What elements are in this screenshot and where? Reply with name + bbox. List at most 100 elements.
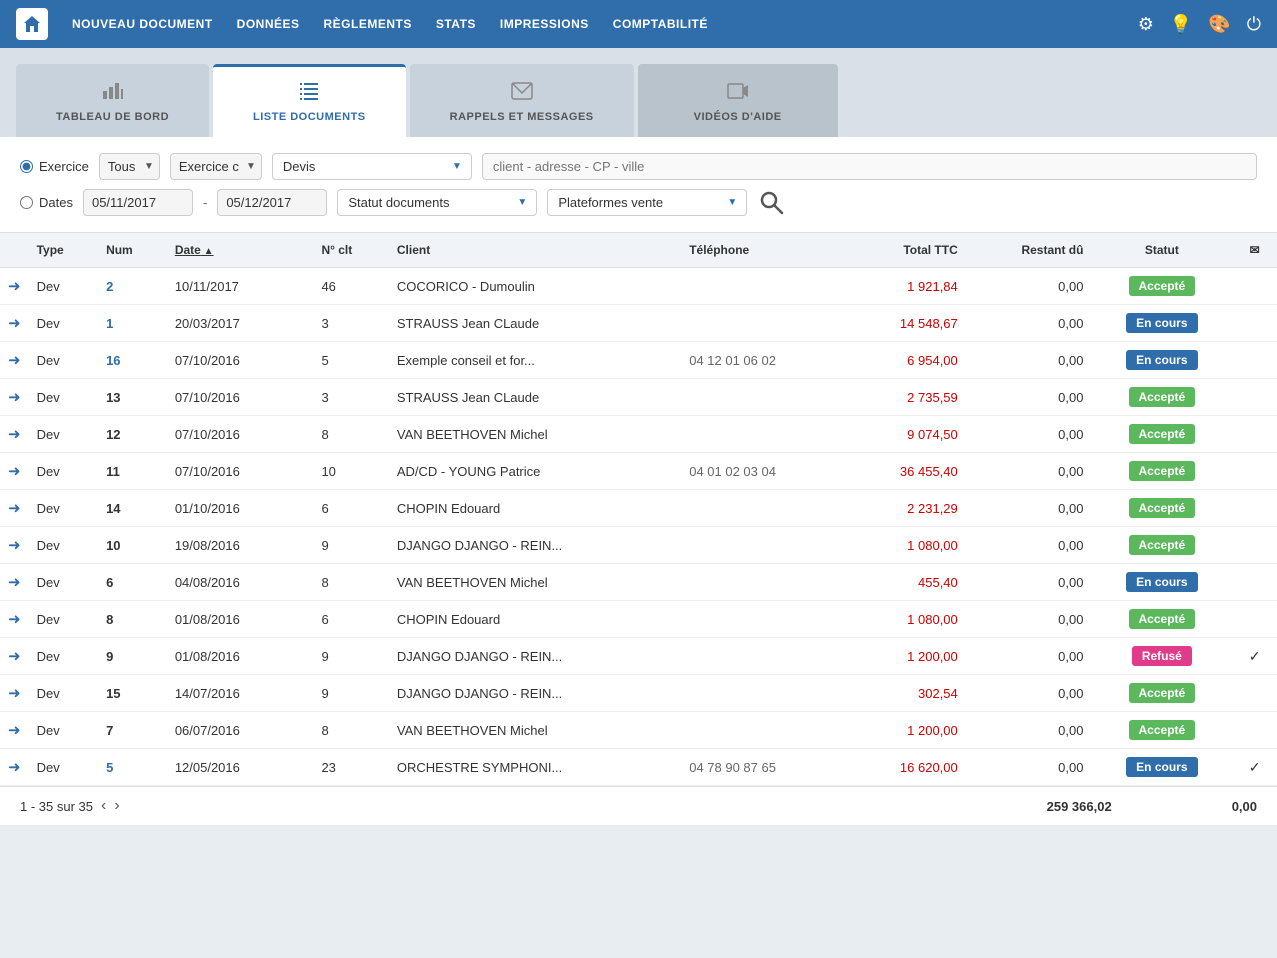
gear-icon[interactable]: ⚙ (1138, 14, 1154, 35)
nav-reglements[interactable]: RÈGLEMENTS (324, 17, 412, 31)
nav-stats[interactable]: STATS (436, 17, 476, 31)
tab-liste-documents[interactable]: LISTE DOCUMENTS (213, 64, 406, 137)
plateforme-select[interactable]: Plateformes vente (547, 189, 747, 216)
row-empty (297, 601, 313, 638)
tab-tableau-bord[interactable]: TABLEAU DE BORD (16, 64, 209, 137)
row-num[interactable]: 14 (98, 490, 167, 527)
search-button[interactable] (757, 188, 785, 216)
row-statut[interactable]: Accepté (1091, 527, 1232, 564)
home-button[interactable] (16, 8, 48, 40)
exercice-select[interactable]: Tous 2017 2016 2015 (99, 153, 160, 180)
lightbulb-icon[interactable]: 💡 (1170, 14, 1192, 35)
client-search-input[interactable] (482, 153, 1257, 180)
col-header-num[interactable]: Num (98, 233, 167, 268)
col-header-type[interactable]: Type (29, 233, 98, 268)
row-num[interactable]: 13 (98, 379, 167, 416)
row-num[interactable]: 1 (98, 305, 167, 342)
table-row[interactable]: ➜ Dev 16 07/10/2016 5 Exemple conseil et… (0, 342, 1277, 379)
row-statut[interactable]: En cours (1091, 342, 1232, 379)
row-arrow-icon: ➜ (0, 527, 29, 564)
col-header-noclt[interactable]: N° clt (313, 233, 388, 268)
row-restant: 0,00 (966, 305, 1092, 342)
table-row[interactable]: ➜ Dev 8 01/08/2016 6 CHOPIN Edouard 1 08… (0, 601, 1277, 638)
row-statut[interactable]: Accepté (1091, 268, 1232, 305)
page-next-button[interactable]: › (114, 797, 119, 815)
exercice-select-wrap[interactable]: Tous 2017 2016 2015 (99, 153, 160, 180)
table-row[interactable]: ➜ Dev 12 07/10/2016 8 VAN BEETHOVEN Mich… (0, 416, 1277, 453)
dates-radio[interactable] (20, 196, 33, 209)
plateforme-select-wrap[interactable]: Plateformes vente (547, 189, 747, 216)
col-header-telephone[interactable]: Téléphone (681, 233, 847, 268)
row-empty (297, 305, 313, 342)
row-num[interactable]: 16 (98, 342, 167, 379)
row-client: VAN BEETHOVEN Michel (389, 712, 681, 749)
nav-comptabilite[interactable]: COMPTABILITÉ (613, 17, 708, 31)
statut-select[interactable]: Statut documents Accepté En cours Refusé (337, 189, 537, 216)
table-row[interactable]: ➜ Dev 6 04/08/2016 8 VAN BEETHOVEN Miche… (0, 564, 1277, 601)
row-total: 1 080,00 (847, 601, 966, 638)
power-icon[interactable]: ⏻ (1247, 14, 1261, 35)
row-num[interactable]: 12 (98, 416, 167, 453)
row-num[interactable]: 7 (98, 712, 167, 749)
table-row[interactable]: ➜ Dev 10 19/08/2016 9 DJANGO DJANGO - RE… (0, 527, 1277, 564)
row-statut[interactable]: En cours (1091, 564, 1232, 601)
tab-rappels-messages[interactable]: RAPPELS ET MESSAGES (410, 64, 634, 137)
page-prev-button[interactable]: ‹ (101, 797, 106, 815)
table-row[interactable]: ➜ Dev 9 01/08/2016 9 DJANGO DJANGO - REI… (0, 638, 1277, 675)
exercice-radio-label[interactable]: Exercice (20, 159, 89, 174)
exercice-radio[interactable] (20, 160, 33, 173)
row-statut[interactable]: Accepté (1091, 416, 1232, 453)
row-num[interactable]: 10 (98, 527, 167, 564)
row-num[interactable]: 11 (98, 453, 167, 490)
row-noclt: 10 (313, 453, 388, 490)
row-date: 01/08/2016 (167, 638, 298, 675)
row-statut[interactable]: Refusé (1091, 638, 1232, 675)
row-restant: 0,00 (966, 342, 1092, 379)
row-type: Dev (29, 342, 98, 379)
col-header-total[interactable]: Total TTC (847, 233, 966, 268)
table-row[interactable]: ➜ Dev 13 07/10/2016 3 STRAUSS Jean CLaud… (0, 379, 1277, 416)
row-num[interactable]: 6 (98, 564, 167, 601)
table-row[interactable]: ➜ Dev 15 14/07/2016 9 DJANGO DJANGO - RE… (0, 675, 1277, 712)
exercice-c-select-wrap[interactable]: Exercice c (170, 153, 262, 180)
col-header-statut[interactable]: Statut (1091, 233, 1232, 268)
row-type: Dev (29, 675, 98, 712)
dates-radio-label[interactable]: Dates (20, 195, 73, 210)
row-num[interactable]: 15 (98, 675, 167, 712)
row-statut[interactable]: En cours (1091, 749, 1232, 786)
nav-impressions[interactable]: IMPRESSIONS (500, 17, 589, 31)
nav-nouveau-document[interactable]: NOUVEAU DOCUMENT (72, 17, 213, 31)
row-statut[interactable]: Accepté (1091, 601, 1232, 638)
statut-select-wrap[interactable]: Statut documents Accepté En cours Refusé (337, 189, 537, 216)
table-row[interactable]: ➜ Dev 2 10/11/2017 46 COCORICO - Dumouli… (0, 268, 1277, 305)
row-num[interactable]: 8 (98, 601, 167, 638)
col-header-restant[interactable]: Restant dû (966, 233, 1092, 268)
table-row[interactable]: ➜ Dev 5 12/05/2016 23 ORCHESTRE SYMPHONI… (0, 749, 1277, 786)
document-type-select[interactable]: Devis Facture Avoir Bon de commande (272, 153, 472, 180)
row-num[interactable]: 9 (98, 638, 167, 675)
date-from-input[interactable] (83, 189, 193, 216)
nav-donnees[interactable]: DONNÉES (237, 17, 300, 31)
row-type: Dev (29, 453, 98, 490)
exercice-c-select[interactable]: Exercice c (170, 153, 262, 180)
row-statut[interactable]: Accepté (1091, 453, 1232, 490)
row-telephone (681, 490, 847, 527)
row-statut[interactable]: En cours (1091, 305, 1232, 342)
table-row[interactable]: ➜ Dev 1 20/03/2017 3 STRAUSS Jean CLaude… (0, 305, 1277, 342)
document-type-select-wrap[interactable]: Devis Facture Avoir Bon de commande (272, 153, 472, 180)
row-num[interactable]: 5 (98, 749, 167, 786)
tab-videos-aide[interactable]: VIDÉOS D'AIDE (638, 64, 838, 137)
row-statut[interactable]: Accepté (1091, 712, 1232, 749)
table-row[interactable]: ➜ Dev 11 07/10/2016 10 AD/CD - YOUNG Pat… (0, 453, 1277, 490)
dates-label-text: Dates (39, 195, 73, 210)
date-to-input[interactable] (217, 189, 327, 216)
row-statut[interactable]: Accepté (1091, 490, 1232, 527)
row-num[interactable]: 2 (98, 268, 167, 305)
table-row[interactable]: ➜ Dev 14 01/10/2016 6 CHOPIN Edouard 2 2… (0, 490, 1277, 527)
col-header-client[interactable]: Client (389, 233, 681, 268)
table-row[interactable]: ➜ Dev 7 06/07/2016 8 VAN BEETHOVEN Miche… (0, 712, 1277, 749)
palette-icon[interactable]: 🎨 (1208, 14, 1230, 35)
col-header-date[interactable]: Date (167, 233, 298, 268)
row-statut[interactable]: Accepté (1091, 675, 1232, 712)
row-statut[interactable]: Accepté (1091, 379, 1232, 416)
